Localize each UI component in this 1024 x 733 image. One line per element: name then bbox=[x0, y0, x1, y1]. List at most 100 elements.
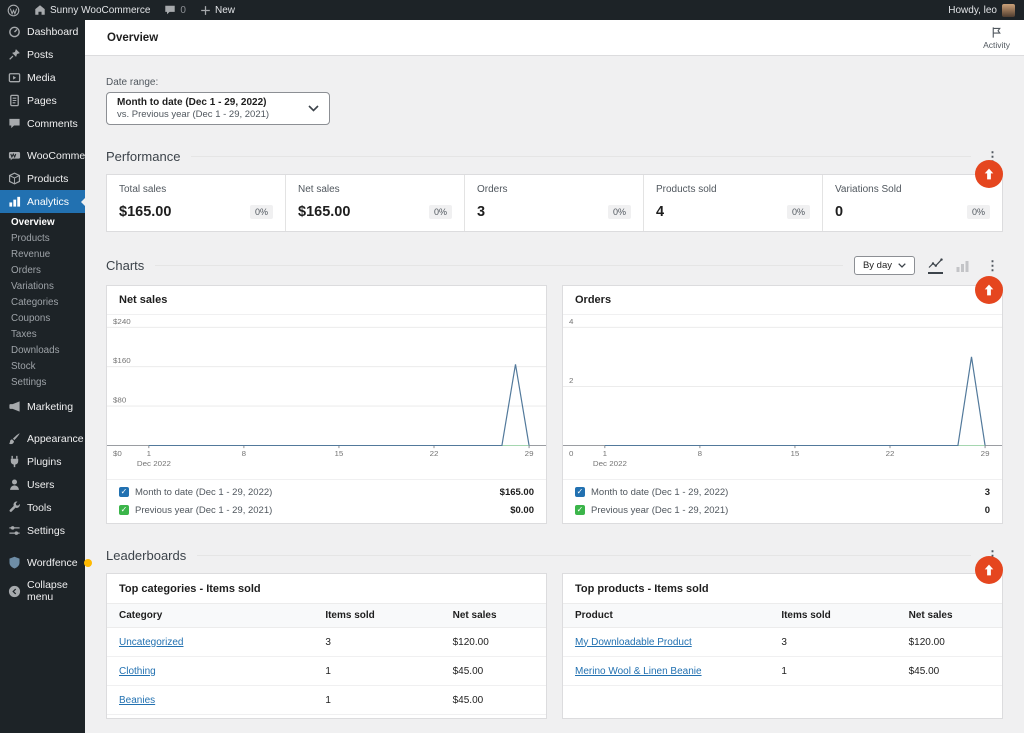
stat-label: Net sales bbox=[298, 184, 340, 195]
net-sales-cell: $120.00 bbox=[440, 627, 546, 657]
svg-text:Dec 2022: Dec 2022 bbox=[137, 459, 171, 467]
sidebar-item-tools[interactable]: Tools bbox=[0, 496, 85, 519]
site-name-menu[interactable]: Sunny WooCommerce bbox=[27, 0, 157, 20]
chevron-down-icon bbox=[308, 105, 319, 112]
submenu-item-variations[interactable]: Variations bbox=[0, 278, 85, 294]
sidebar-separator bbox=[0, 542, 85, 551]
new-content-menu[interactable]: New bbox=[193, 0, 242, 20]
sidebar-item-wordfence[interactable]: Wordfence bbox=[0, 551, 92, 574]
legend-previous-period[interactable]: ✓ Previous year (Dec 1 - 29, 2021) 0 bbox=[563, 501, 1002, 519]
submenu-item-orders[interactable]: Orders bbox=[0, 262, 85, 278]
wp-logo-menu[interactable] bbox=[0, 0, 27, 20]
stat-products-sold[interactable]: Products sold 4 0% bbox=[644, 175, 823, 231]
section-divider bbox=[191, 156, 971, 157]
sidebar-item-comments[interactable]: Comments bbox=[0, 112, 85, 135]
sidebar-item-posts[interactable]: Posts bbox=[0, 43, 85, 66]
up-arrow-icon bbox=[984, 168, 994, 180]
wrench-icon bbox=[9, 501, 20, 512]
stat-total-sales[interactable]: Total sales $165.00 0% bbox=[107, 175, 286, 231]
date-range-dropdown[interactable]: Month to date (Dec 1 - 29, 2022) vs. Pre… bbox=[106, 92, 330, 125]
legend-value: 3 bbox=[984, 486, 990, 498]
site-name: Sunny WooCommerce bbox=[50, 4, 151, 16]
product-link[interactable]: Merino Wool & Linen Beanie bbox=[575, 666, 702, 677]
sidebar-item-settings[interactable]: Settings bbox=[0, 519, 85, 542]
sidebar-item-woocommerce[interactable]: WooCommerce bbox=[0, 144, 100, 167]
line-chart-type-button[interactable] bbox=[928, 257, 943, 274]
stat-label: Products sold bbox=[656, 184, 717, 195]
legend-current-period[interactable]: ✓ Month to date (Dec 1 - 29, 2022) $165.… bbox=[107, 483, 546, 501]
howdy-text: Howdy, leo bbox=[948, 4, 997, 16]
admin-sidebar: Dashboard Posts Media Pages Comments Woo… bbox=[0, 20, 100, 733]
sidebar-item-label: Wordfence bbox=[27, 556, 78, 569]
category-link[interactable]: Clothing bbox=[119, 666, 156, 677]
sidebar-item-users[interactable]: Users bbox=[0, 473, 85, 496]
table-row: Clothing 1 $45.00 bbox=[107, 656, 546, 686]
charts-kebab-menu-icon[interactable]: ⋮ bbox=[982, 259, 1003, 272]
stat-variations-sold[interactable]: Variations Sold 0 0% bbox=[823, 175, 1002, 231]
checkbox-checked-icon: ✓ bbox=[575, 487, 585, 497]
legend-label: Month to date (Dec 1 - 29, 2022) bbox=[591, 486, 729, 498]
svg-text:22: 22 bbox=[430, 450, 439, 458]
stat-orders[interactable]: Orders 3 0% bbox=[465, 175, 644, 231]
submenu-item-revenue[interactable]: Revenue bbox=[0, 246, 85, 262]
sidebar-separator bbox=[0, 418, 85, 427]
table-row: Merino Wool & Linen Beanie 1 $45.00 bbox=[563, 656, 1002, 686]
submenu-item-stock[interactable]: Stock bbox=[0, 358, 85, 374]
stat-label: Variations Sold bbox=[835, 184, 902, 195]
sidebar-item-dashboard[interactable]: Dashboard bbox=[0, 20, 85, 43]
sidebar-item-plugins[interactable]: Plugins bbox=[0, 450, 85, 473]
svg-text:15: 15 bbox=[791, 450, 800, 458]
activity-button[interactable]: Activity bbox=[979, 25, 1014, 51]
scroll-top-badge[interactable] bbox=[975, 276, 1003, 304]
sidebar-item-label: Collapse menu bbox=[27, 579, 68, 603]
sidebar-item-label: Plugins bbox=[27, 455, 62, 468]
legend-value: $0.00 bbox=[510, 504, 534, 516]
leaderboards-title: Leaderboards bbox=[106, 548, 187, 563]
stat-label: Total sales bbox=[119, 184, 167, 195]
submenu-item-settings[interactable]: Settings bbox=[0, 374, 85, 390]
legend-previous-period[interactable]: ✓ Previous year (Dec 1 - 29, 2021) $0.00 bbox=[107, 501, 546, 519]
sidebar-item-analytics[interactable]: Analytics bbox=[0, 190, 85, 213]
sidebar-item-products[interactable]: Products bbox=[0, 167, 85, 190]
svg-text:2: 2 bbox=[569, 376, 573, 384]
interval-select[interactable]: By day bbox=[853, 256, 915, 275]
bar-chart-type-button[interactable] bbox=[956, 260, 969, 272]
svg-text:$160: $160 bbox=[113, 357, 131, 365]
product-link[interactable]: My Downloadable Product bbox=[575, 637, 692, 648]
sidebar-item-label: WooCommerce bbox=[27, 149, 100, 162]
product-box-icon bbox=[8, 172, 21, 185]
submenu-item-categories[interactable]: Categories bbox=[0, 294, 85, 310]
category-link[interactable]: Uncategorized bbox=[119, 637, 183, 648]
table-row: My Downloadable Product 3 $120.00 bbox=[563, 627, 1002, 657]
date-range-label: Date range: bbox=[106, 77, 159, 88]
my-account-menu[interactable]: Howdy, leo bbox=[948, 3, 1024, 17]
top-categories-table: Category Items sold Net sales Uncategori… bbox=[107, 603, 546, 715]
submenu-item-overview[interactable]: Overview bbox=[0, 214, 85, 230]
svg-text:4: 4 bbox=[569, 317, 573, 325]
sidebar-item-pages[interactable]: Pages bbox=[0, 89, 85, 112]
page-header: Overview Activity bbox=[85, 20, 1024, 56]
sidebar-item-collapse-menu[interactable]: Collapse menu bbox=[0, 574, 85, 608]
submenu-item-taxes[interactable]: Taxes bbox=[0, 326, 85, 342]
stat-net-sales[interactable]: Net sales $165.00 0% bbox=[286, 175, 465, 231]
sidebar-item-media[interactable]: Media bbox=[0, 66, 85, 89]
legend-current-period[interactable]: ✓ Month to date (Dec 1 - 29, 2022) 3 bbox=[563, 483, 1002, 501]
comments-menu[interactable]: 0 bbox=[157, 0, 193, 20]
sidebar-item-label: Dashboard bbox=[27, 25, 79, 38]
page-body: Date range: Month to date (Dec 1 - 29, 2… bbox=[85, 57, 1024, 733]
date-range-secondary: vs. Previous year (Dec 1 - 29, 2021) bbox=[117, 109, 270, 120]
sidebar-item-appearance[interactable]: Appearance bbox=[0, 427, 85, 450]
sidebar-item-marketing[interactable]: Marketing bbox=[0, 395, 85, 418]
scroll-top-badge[interactable] bbox=[975, 556, 1003, 584]
submenu-item-products[interactable]: Products bbox=[0, 230, 85, 246]
category-link[interactable]: Beanies bbox=[119, 695, 155, 706]
leaderboards-grid: Top categories - Items sold Category Ite… bbox=[106, 573, 1003, 719]
svg-text:$240: $240 bbox=[113, 317, 131, 325]
charts-section-header: Charts By day ⋮ bbox=[106, 256, 1003, 275]
chart-title: Orders bbox=[563, 286, 1002, 315]
submenu-item-downloads[interactable]: Downloads bbox=[0, 342, 85, 358]
performance-title: Performance bbox=[106, 149, 181, 164]
submenu-item-coupons[interactable]: Coupons bbox=[0, 310, 85, 326]
scroll-top-badge[interactable] bbox=[975, 160, 1003, 188]
sidebar-item-label: Media bbox=[27, 71, 56, 84]
